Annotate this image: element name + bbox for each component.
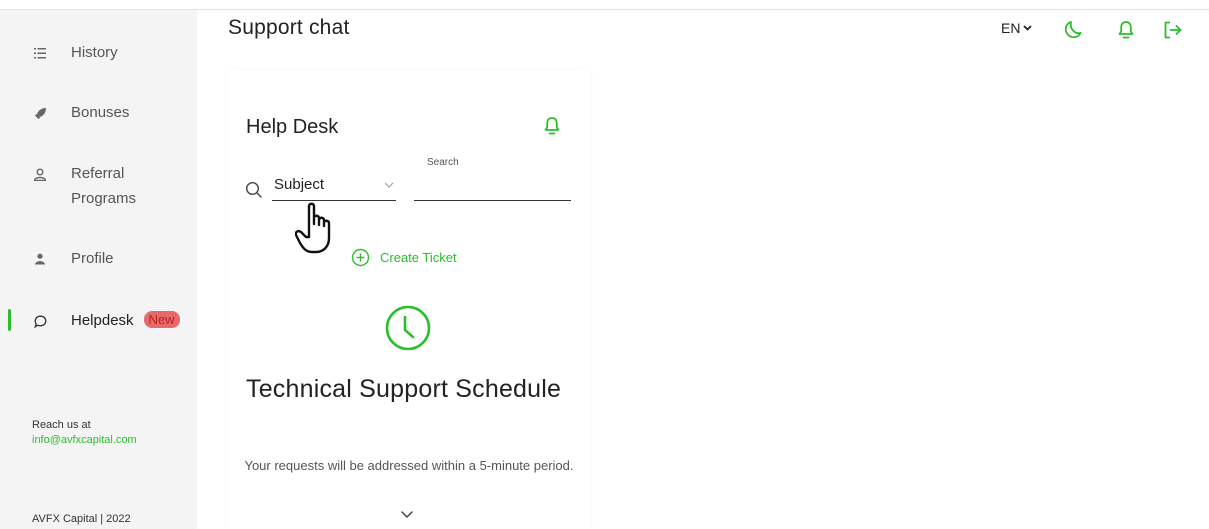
bell-icon[interactable] <box>1116 20 1136 40</box>
reach-label: Reach us at <box>32 419 91 431</box>
chevron-down-icon <box>384 182 394 188</box>
sidebar-item-label: Referral Programs <box>71 165 137 207</box>
bell-icon[interactable] <box>542 116 562 136</box>
clock-icon <box>385 305 431 351</box>
person-icon <box>32 251 48 267</box>
rocket-icon <box>32 105 48 121</box>
active-indicator <box>8 309 11 331</box>
subject-select[interactable]: Subject <box>272 172 396 201</box>
sidebar-item-label-wrap: Helpdesk New <box>71 308 180 333</box>
language-value: EN <box>1001 20 1021 36</box>
helpdesk-card: Help Desk Subject Search Create Ticket T… <box>227 70 590 529</box>
subject-select-value: Subject <box>274 176 325 193</box>
schedule-title: Technical Support Schedule <box>246 375 562 403</box>
copyright: AVFX Capital | 2022 <box>32 513 131 525</box>
page-title: Support chat <box>228 16 350 39</box>
language-selector[interactable]: EN <box>1001 20 1033 36</box>
moon-icon[interactable] <box>1063 20 1083 40</box>
create-ticket-label: Create Ticket <box>380 250 457 265</box>
search-input[interactable] <box>414 173 571 201</box>
chat-icon <box>32 313 48 329</box>
plus-circle-icon <box>351 248 370 267</box>
sidebar-item-label: History <box>71 44 118 61</box>
users-icon <box>32 166 48 182</box>
sidebar: History Bonuses Referral Programs Profil… <box>0 10 197 529</box>
sidebar-item-label: Helpdesk <box>71 312 134 329</box>
list-icon <box>32 45 48 61</box>
contact-info: Reach us at info@avfxcapital.com <box>32 418 137 448</box>
chevron-down-icon[interactable] <box>398 508 416 522</box>
schedule-description: Your requests will be addressed within a… <box>244 458 574 473</box>
chevron-down-icon <box>1023 25 1033 31</box>
create-ticket-button[interactable]: Create Ticket <box>351 248 457 267</box>
sidebar-item-label: Profile <box>71 250 114 267</box>
logout-icon[interactable] <box>1163 20 1183 40</box>
hand-cursor-icon <box>295 202 331 254</box>
new-badge: New <box>143 311 180 328</box>
sidebar-item-label: Bonuses <box>71 104 130 121</box>
support-email-link[interactable]: info@avfxcapital.com <box>32 433 137 448</box>
helpdesk-title: Help Desk <box>246 116 339 138</box>
search-icon <box>245 181 262 198</box>
search-label: Search <box>427 157 459 168</box>
